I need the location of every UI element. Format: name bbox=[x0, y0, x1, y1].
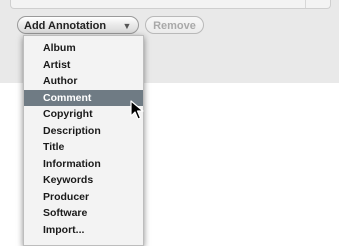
arrow-cursor-icon bbox=[130, 100, 144, 120]
column-divider bbox=[305, 0, 324, 8]
annotation-list-frame bbox=[10, 0, 331, 9]
menu-item-copyright[interactable]: Copyright bbox=[24, 106, 143, 123]
menu-item-keywords[interactable]: Keywords bbox=[24, 172, 143, 189]
menu-item-author[interactable]: Author bbox=[24, 73, 143, 90]
menu-item-producer[interactable]: Producer bbox=[24, 189, 143, 206]
menu-item-title[interactable]: Title bbox=[24, 139, 143, 156]
add-annotation-label: Add Annotation bbox=[24, 20, 107, 32]
remove-button[interactable]: Remove bbox=[145, 16, 204, 34]
annotation-type-menu: Album Artist Author Comment Copyright De… bbox=[23, 35, 144, 246]
menu-item-comment[interactable]: Comment bbox=[24, 89, 143, 106]
menu-item-album[interactable]: Album bbox=[24, 40, 143, 57]
add-annotation-popup-button[interactable]: Add Annotation ▼ bbox=[17, 16, 139, 34]
menu-item-software[interactable]: Software bbox=[24, 205, 143, 222]
chevron-down-icon: ▼ bbox=[122, 21, 132, 31]
annotation-panel: Add Annotation ▼ Remove Album Artist Aut… bbox=[0, 0, 339, 246]
menu-item-artist[interactable]: Artist bbox=[24, 57, 143, 74]
menu-item-information[interactable]: Information bbox=[24, 156, 143, 173]
menu-item-import[interactable]: Import... bbox=[24, 222, 143, 239]
menu-item-description[interactable]: Description bbox=[24, 123, 143, 140]
